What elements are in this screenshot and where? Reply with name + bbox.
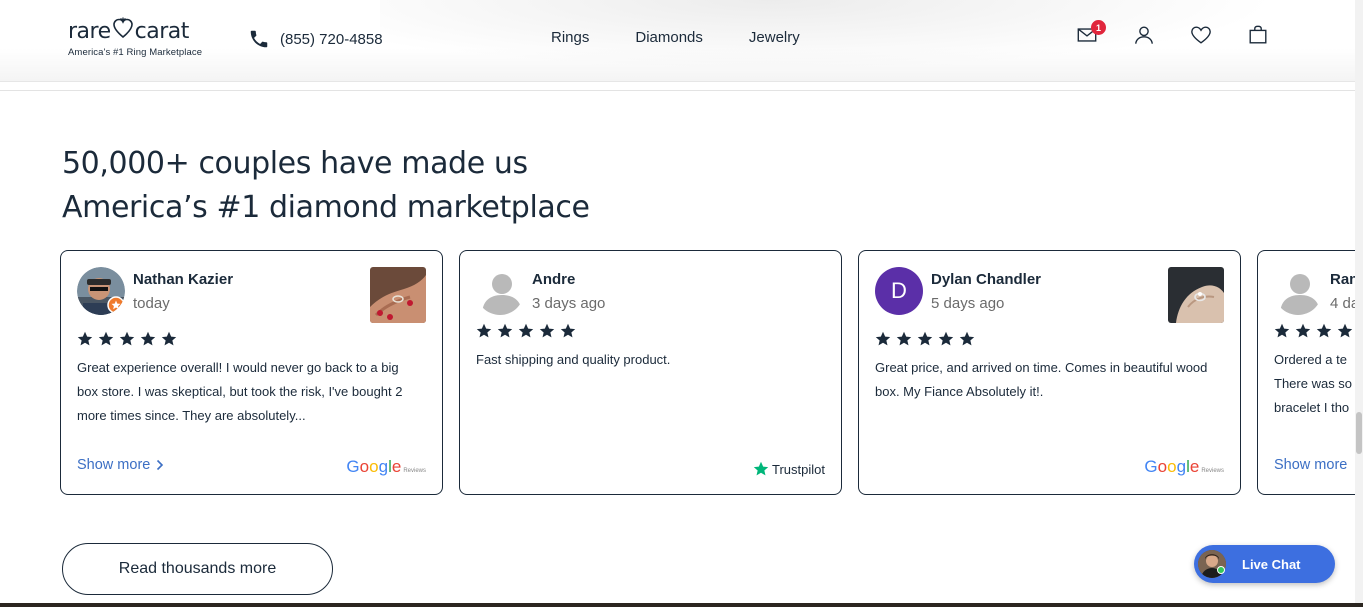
review-date: 3 days ago — [532, 295, 606, 312]
star-icon — [875, 331, 891, 346]
star-icon — [476, 323, 492, 338]
google-reviews-label: Reviews — [1201, 468, 1224, 474]
avatar-initial: D — [891, 278, 907, 303]
nav-diamonds[interactable]: Diamonds — [635, 29, 703, 46]
rating-stars — [1274, 323, 1353, 339]
star-icon — [77, 331, 93, 346]
reviewer-name: Dylan Chandler — [931, 271, 1042, 288]
scrollbar-thumb[interactable] — [1356, 412, 1362, 454]
live-chat-button[interactable]: Live Chat — [1194, 545, 1335, 583]
phone-icon — [250, 30, 268, 48]
review-text: Fast shipping and quality product. — [476, 352, 671, 367]
star-icon — [959, 331, 975, 346]
rating-stars — [77, 331, 177, 347]
trustpilot-star-icon — [753, 461, 769, 476]
google-reviews-logo: Google Reviews — [1144, 457, 1224, 477]
show-more-label: Show more — [1274, 457, 1348, 473]
section-heading: 50,000+ couples have made us America’s #… — [62, 142, 590, 230]
main-nav: Rings Diamonds Jewelry — [551, 29, 800, 46]
reviewer-avatar — [77, 267, 125, 315]
site-header: rare carat America's #1 Ring Marketplace… — [0, 0, 1363, 82]
review-text: Great experience overall! I would never … — [77, 360, 403, 423]
read-more-button[interactable]: Read thousands more — [62, 543, 333, 595]
default-avatar-icon — [482, 274, 522, 315]
review-card: D Dylan Chandler 5 days ago Great price,… — [858, 250, 1241, 495]
trustpilot-logo: Trustpilot — [753, 461, 825, 477]
review-text: Ordered a te There was so bracelet I tho — [1274, 348, 1363, 420]
reviewer-name: Nathan Kazier — [133, 271, 234, 288]
review-date: 5 days ago — [931, 295, 1005, 312]
show-more-link[interactable]: Show more — [77, 457, 164, 473]
heart-icon — [1191, 26, 1211, 44]
star-icon — [518, 323, 534, 338]
star-icon — [140, 331, 156, 346]
star-icon — [896, 331, 912, 346]
reviewer-avatar: D — [875, 267, 923, 315]
review-card: Andre 3 days ago Fast shipping and quali… — [459, 250, 842, 495]
logo-word-left: rare — [68, 18, 111, 44]
star-icon — [119, 331, 135, 346]
logo[interactable]: rare carat America's #1 Ring Marketplace — [68, 16, 208, 62]
cart-button[interactable] — [1247, 24, 1269, 46]
google-reviews-label: Reviews — [403, 468, 426, 474]
live-chat-label: Live Chat — [1242, 556, 1301, 572]
header-icons: 1 — [1076, 20, 1269, 46]
logo-wordmark: rare carat — [68, 16, 208, 46]
star-icon — [938, 331, 954, 346]
review-date: today — [133, 295, 170, 312]
phone-link[interactable]: (855) 720-4858 — [248, 28, 383, 50]
bottom-edge — [0, 603, 1363, 607]
star-icon — [98, 331, 114, 346]
star-icon — [560, 323, 576, 338]
show-more-label: Show more — [77, 457, 151, 473]
chevron-right-icon — [157, 459, 164, 471]
review-text-line: Ordered a te — [1274, 352, 1347, 367]
user-icon — [1135, 26, 1153, 44]
page-scrollbar[interactable] — [1355, 0, 1363, 607]
mail-button[interactable]: 1 — [1076, 20, 1106, 46]
star-icon — [497, 323, 513, 338]
trustpilot-wordmark: Trustpilot — [772, 461, 825, 477]
divider — [0, 90, 1363, 91]
review-text: Great price, and arrived on time. Comes … — [875, 360, 1208, 399]
logo-heart-icon — [112, 17, 133, 39]
star-icon — [917, 331, 933, 346]
review-text-line: There was so — [1274, 376, 1353, 391]
wishlist-button[interactable] — [1190, 24, 1212, 46]
logo-tagline: America's #1 Ring Marketplace — [68, 47, 203, 58]
google-wordmark: Google — [1144, 457, 1200, 476]
rating-stars — [875, 331, 975, 347]
review-text-line: bracelet I tho — [1274, 400, 1350, 415]
nav-jewelry[interactable]: Jewelry — [749, 29, 800, 46]
heading-line-2: America’s #1 diamond marketplace — [62, 190, 590, 225]
review-card: Ran 4 da Ordered a te There was so brace… — [1257, 250, 1363, 495]
star-icon — [1337, 323, 1353, 338]
heading-line-1: 50,000+ couples have made us — [62, 146, 528, 181]
nav-rings[interactable]: Rings — [551, 29, 589, 46]
star-icon — [161, 331, 177, 346]
star-icon — [1295, 323, 1311, 338]
star-icon — [1316, 323, 1332, 338]
logo-word-right: carat — [134, 18, 190, 44]
show-more-link[interactable]: Show more — [1274, 457, 1347, 473]
review-photo[interactable] — [1168, 267, 1224, 323]
online-indicator — [1217, 566, 1225, 574]
default-avatar-icon — [1280, 274, 1320, 315]
star-icon — [539, 323, 555, 338]
account-button[interactable] — [1133, 24, 1155, 46]
review-photo[interactable] — [370, 267, 426, 323]
reviewer-name: Andre — [532, 271, 576, 288]
mail-badge: 1 — [1091, 20, 1106, 35]
star-icon — [1274, 323, 1290, 338]
google-wordmark: Google — [346, 457, 402, 476]
bag-icon — [1249, 25, 1267, 44]
review-card: Nathan Kazier today Great experience ove… — [60, 250, 443, 495]
rating-stars — [476, 323, 576, 339]
google-reviews-logo: Google Reviews — [346, 457, 426, 477]
phone-number: (855) 720-4858 — [280, 30, 383, 48]
